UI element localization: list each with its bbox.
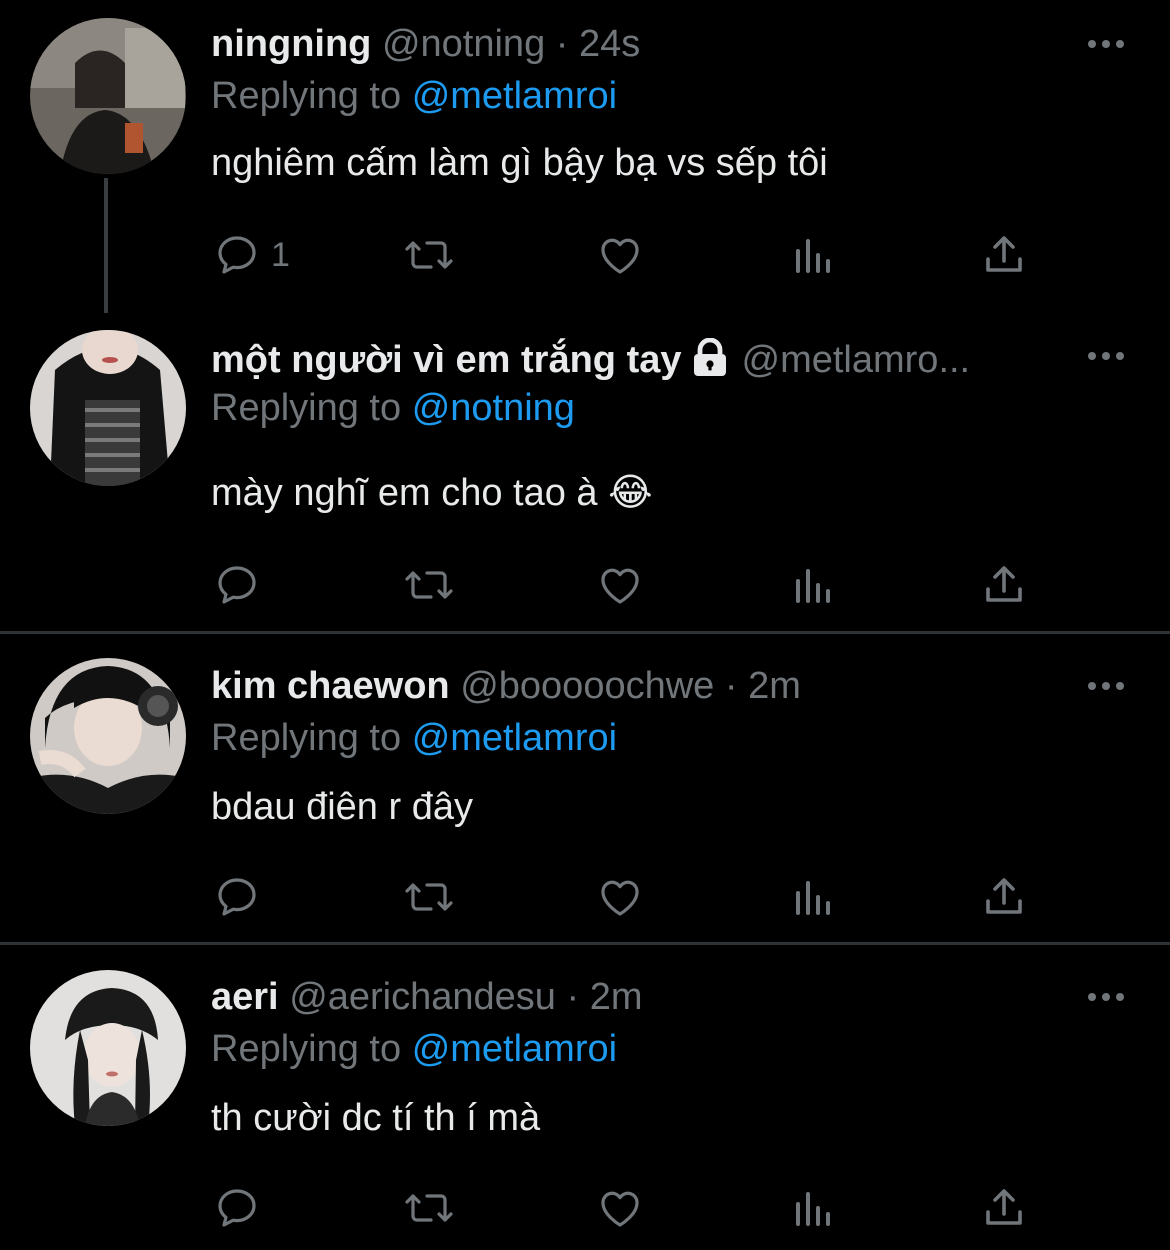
tweet-header: kim chaewon @booooochwe · 2m xyxy=(211,664,1070,708)
retweet-button[interactable] xyxy=(403,872,455,922)
avatar[interactable] xyxy=(30,18,186,174)
timestamp[interactable]: · 2m xyxy=(725,665,801,707)
share-button[interactable] xyxy=(980,1183,1028,1233)
user-handle[interactable]: @metlamro... xyxy=(742,339,971,381)
tweet-text: bdau điên r đây xyxy=(211,786,473,828)
tweet[interactable]: aeri @aerichandesu · 2m Replying to @met… xyxy=(0,945,1170,1250)
retweet-button[interactable] xyxy=(403,1183,455,1233)
share-icon xyxy=(980,1184,1028,1232)
tweet-text: th cười dc tí th í mà xyxy=(211,1097,541,1139)
retweet-icon xyxy=(403,561,455,609)
replying-to: Replying to @metlamroi xyxy=(211,74,617,118)
views-button[interactable] xyxy=(790,560,834,610)
more-icon[interactable] xyxy=(1086,987,1126,1007)
action-bar xyxy=(0,560,1170,610)
display-name[interactable]: aeri xyxy=(211,976,279,1018)
replying-to: Replying to @notning xyxy=(211,386,575,430)
avatar[interactable] xyxy=(30,330,186,486)
like-button[interactable] xyxy=(596,1183,644,1233)
user-handle[interactable]: @aerichandesu xyxy=(289,976,556,1018)
reply-icon xyxy=(213,231,261,279)
views-icon xyxy=(790,231,834,279)
lock-icon xyxy=(690,338,730,386)
share-icon xyxy=(980,873,1028,921)
like-button[interactable] xyxy=(596,560,644,610)
user-handle[interactable]: @booooochwe xyxy=(460,665,714,707)
user-handle[interactable]: @notning xyxy=(382,23,545,65)
views-button[interactable] xyxy=(790,872,834,922)
avatar[interactable] xyxy=(30,970,186,1126)
replying-prefix: Replying to xyxy=(211,717,402,759)
retweet-button[interactable] xyxy=(403,560,455,610)
display-name[interactable]: kim chaewon xyxy=(211,665,450,707)
mention-link[interactable]: @metlamroi xyxy=(412,1028,617,1070)
tweet-header: một người vì em trắng tay @metlamro... xyxy=(211,338,1075,386)
timestamp[interactable]: · 24s xyxy=(556,23,640,65)
share-button[interactable] xyxy=(980,230,1028,280)
reply-button[interactable] xyxy=(213,560,271,610)
retweet-icon xyxy=(403,231,455,279)
heart-icon xyxy=(596,1184,644,1232)
share-icon xyxy=(980,561,1028,609)
tweet[interactable]: kim chaewon @booooochwe · 2m Replying to… xyxy=(0,634,1170,942)
display-name[interactable]: ningning xyxy=(211,23,371,65)
retweet-button[interactable] xyxy=(403,230,455,280)
tweet-text: mày nghĩ em cho tao à 😂 xyxy=(211,472,653,514)
heart-icon xyxy=(596,231,644,279)
tweet-header: ningning @notning · 24s xyxy=(211,22,1070,66)
views-icon xyxy=(790,873,834,921)
views-icon xyxy=(790,1184,834,1232)
display-name[interactable]: một người vì em trắng tay xyxy=(211,339,682,381)
avatar[interactable] xyxy=(30,658,186,814)
share-button[interactable] xyxy=(980,872,1028,922)
more-icon[interactable] xyxy=(1086,676,1126,696)
reply-button[interactable] xyxy=(213,872,271,922)
action-bar xyxy=(0,872,1170,922)
replying-prefix: Replying to xyxy=(211,75,402,117)
reply-icon xyxy=(213,1184,261,1232)
action-bar xyxy=(0,1183,1170,1233)
more-icon[interactable] xyxy=(1086,346,1126,366)
tweet[interactable]: một người vì em trắng tay @metlamro... Re… xyxy=(0,320,1170,632)
reply-count: 1 xyxy=(271,235,290,274)
views-button[interactable] xyxy=(790,1183,834,1233)
replying-to: Replying to @metlamroi xyxy=(211,1027,617,1071)
replying-prefix: Replying to xyxy=(211,1028,402,1070)
mention-link[interactable]: @metlamroi xyxy=(412,75,617,117)
tweet-header: aeri @aerichandesu · 2m xyxy=(211,975,1070,1019)
tweet[interactable]: ningning @notning · 24s Replying to @met… xyxy=(0,0,1170,320)
mention-link[interactable]: @notning xyxy=(412,387,575,429)
views-button[interactable] xyxy=(790,230,834,280)
more-icon[interactable] xyxy=(1086,34,1126,54)
reply-icon xyxy=(213,873,261,921)
like-button[interactable] xyxy=(596,230,644,280)
retweet-icon xyxy=(403,873,455,921)
tweet-text: nghiêm cấm làm gì bậy bạ vs sếp tôi xyxy=(211,142,828,184)
reply-icon xyxy=(213,561,261,609)
action-bar: 1 xyxy=(0,230,1170,280)
like-button[interactable] xyxy=(596,872,644,922)
heart-icon xyxy=(596,873,644,921)
views-icon xyxy=(790,561,834,609)
reply-button[interactable] xyxy=(213,1183,271,1233)
share-icon xyxy=(980,231,1028,279)
retweet-icon xyxy=(403,1184,455,1232)
heart-icon xyxy=(596,561,644,609)
timestamp[interactable]: · 2m xyxy=(567,976,643,1018)
replying-prefix: Replying to xyxy=(211,387,402,429)
replying-to: Replying to @metlamroi xyxy=(211,716,617,760)
share-button[interactable] xyxy=(980,560,1028,610)
reply-button[interactable]: 1 xyxy=(213,230,290,280)
mention-link[interactable]: @metlamroi xyxy=(412,717,617,759)
